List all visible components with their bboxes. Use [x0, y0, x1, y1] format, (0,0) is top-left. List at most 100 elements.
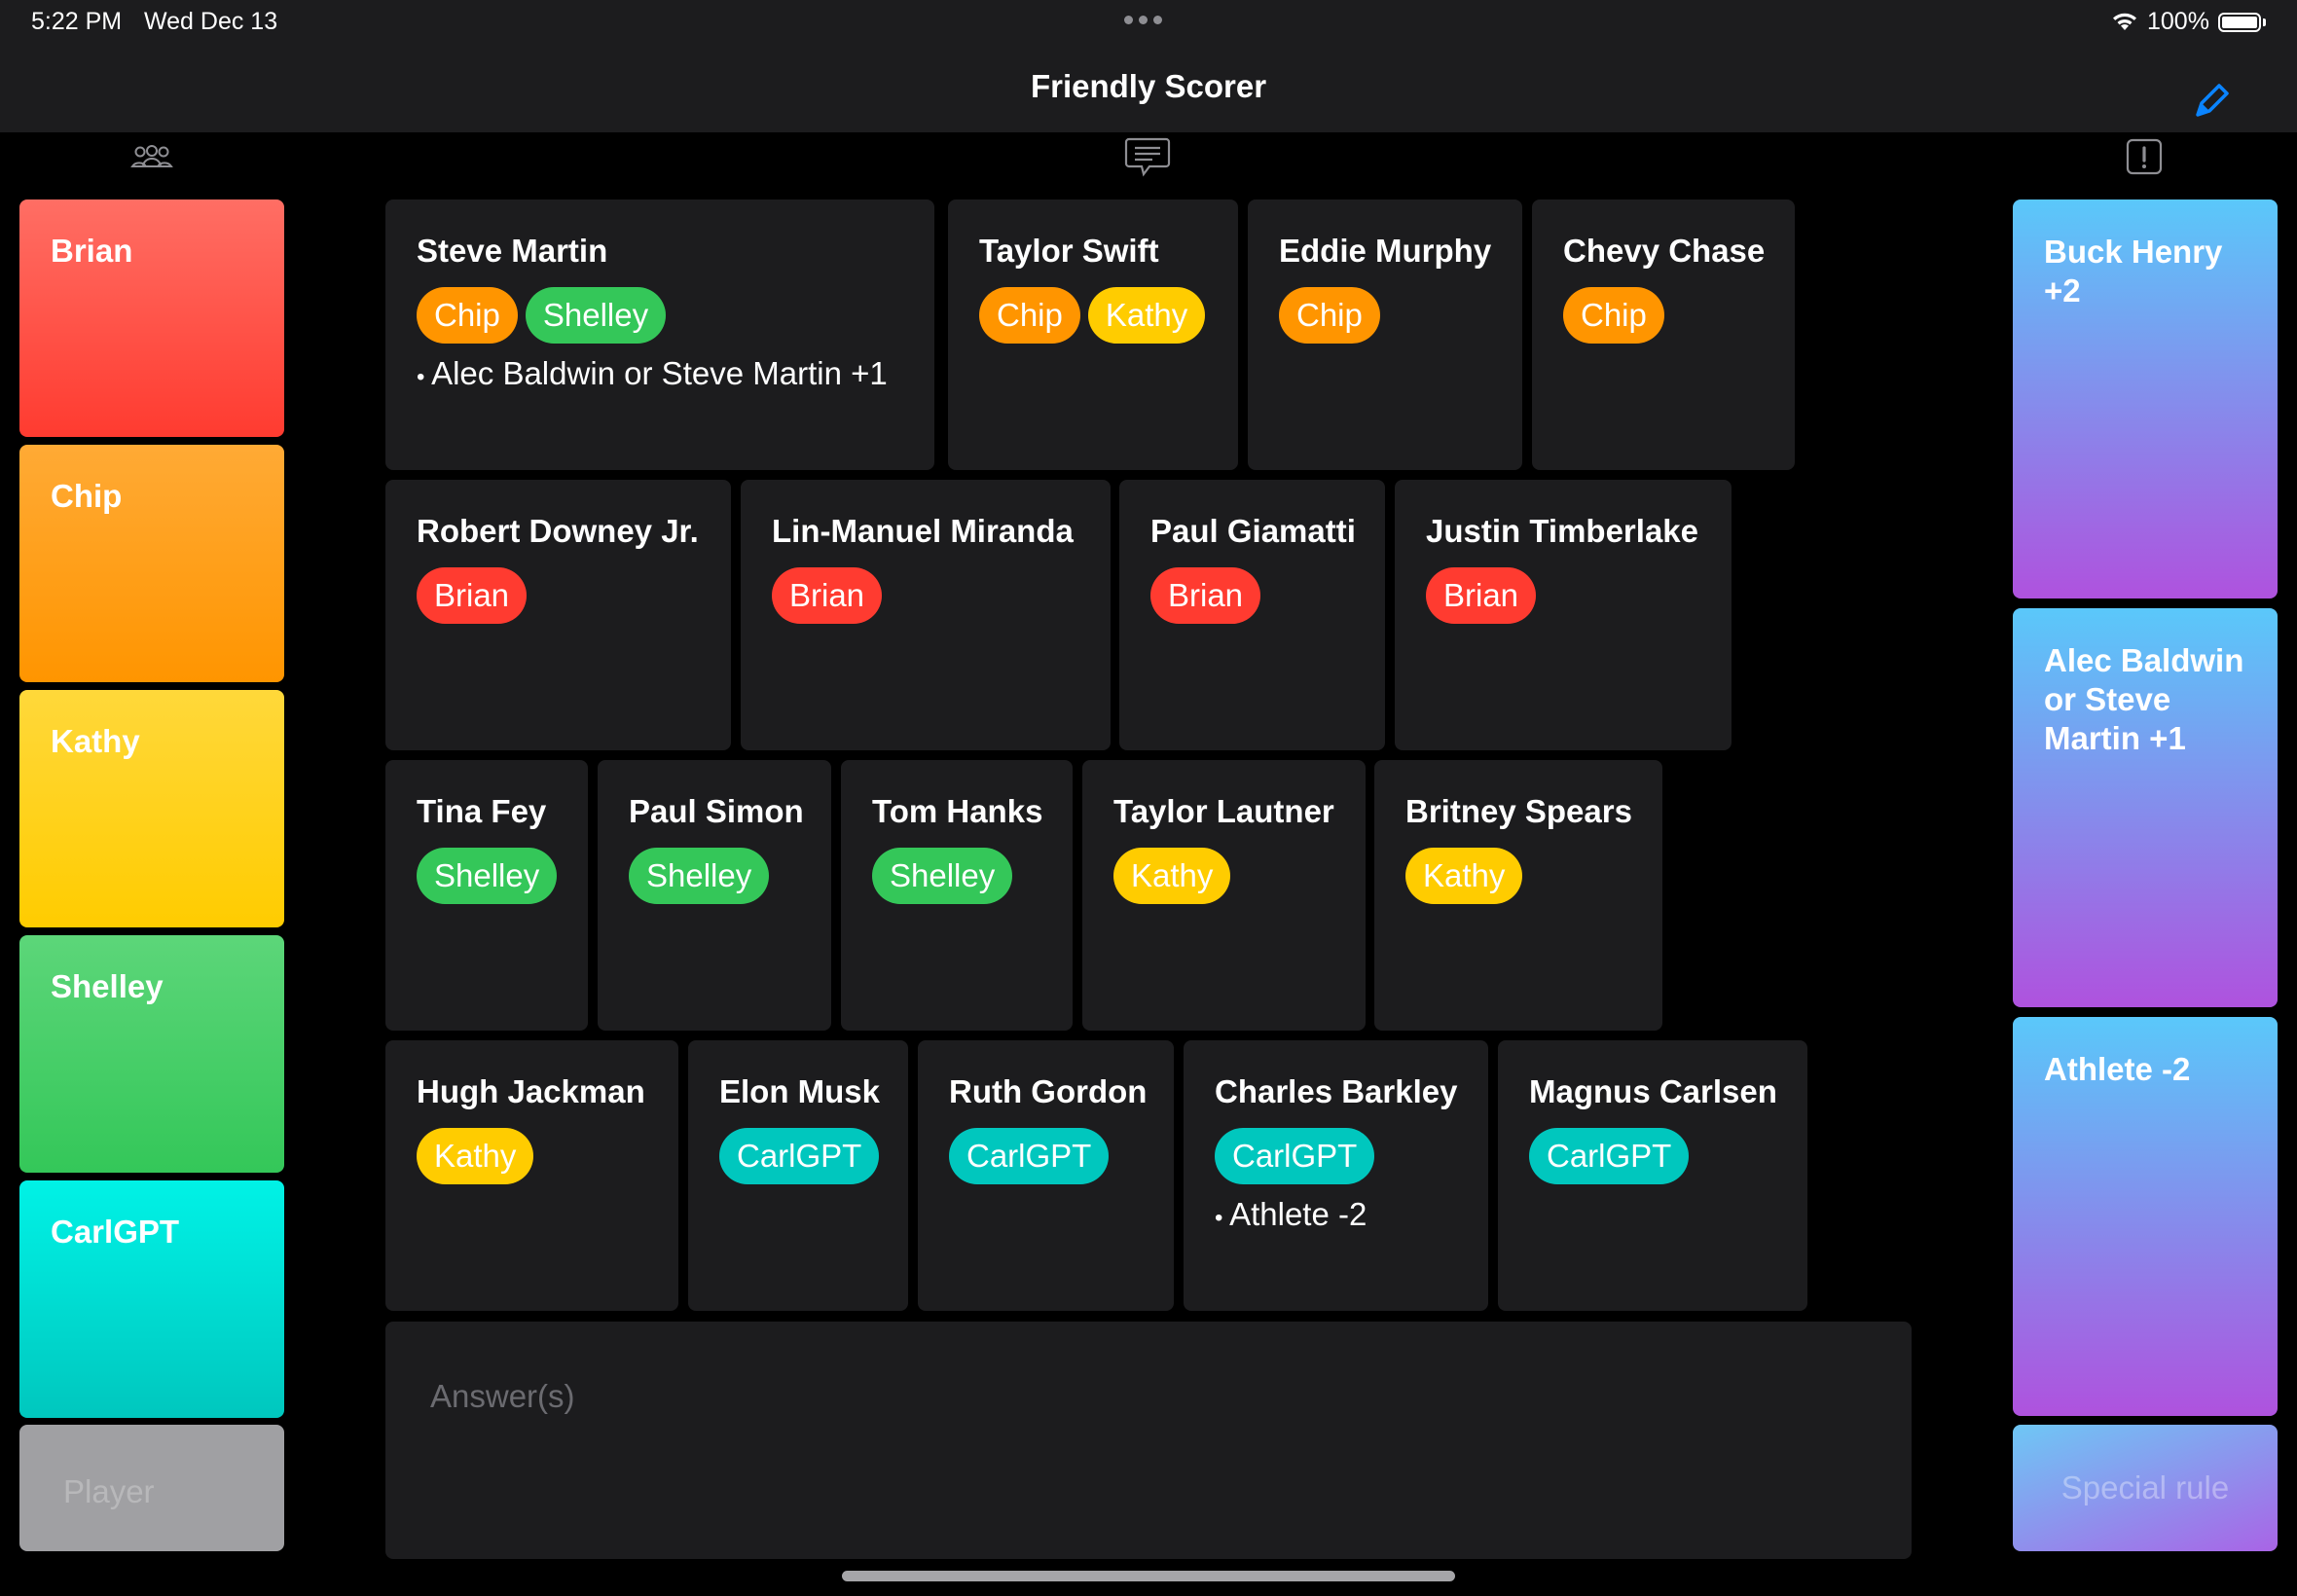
player-chip[interactable]: Brian — [417, 567, 528, 624]
answer-name: Steve Martin — [417, 233, 608, 269]
player-chip[interactable]: CarlGPT — [719, 1128, 880, 1184]
answer-card[interactable]: Taylor Lautner Kathy — [1082, 760, 1366, 1031]
answer-card[interactable]: Paul Giamatti Brian — [1119, 480, 1385, 750]
wifi-icon — [2113, 13, 2136, 30]
answer-card[interactable]: Paul Simon Shelley — [598, 760, 831, 1031]
player-chips: Brian — [1426, 567, 1700, 624]
player-tile-shelley[interactable]: Shelley — [19, 935, 284, 1173]
player-chips: Chip Shelley — [417, 287, 903, 344]
answer-name: Taylor Lautner — [1113, 793, 1334, 829]
answer-input-box[interactable] — [385, 1322, 1912, 1559]
answer-name: Tom Hanks — [872, 793, 1043, 829]
player-chips: Shelley — [872, 848, 1041, 904]
player-chip[interactable]: Chip — [417, 287, 518, 344]
battery-percent: 100% — [2147, 8, 2209, 35]
rule-tile[interactable]: Athlete -2 — [2013, 1017, 2278, 1416]
page-title: Friendly Scorer — [1030, 68, 1267, 104]
bullet-icon: • — [1215, 1205, 1230, 1231]
player-tile-chip[interactable]: Chip — [19, 445, 284, 682]
player-chip[interactable]: CarlGPT — [949, 1128, 1110, 1184]
player-chips: Chip — [1279, 287, 1491, 344]
answer-name: Taylor Swift — [979, 233, 1159, 269]
answer-card[interactable]: Robert Downey Jr. Brian — [385, 480, 731, 750]
rule-tile[interactable]: Alec Baldwin or Steve Martin +1 — [2013, 608, 2278, 1007]
answer-name: Paul Simon — [629, 793, 804, 829]
player-chip[interactable]: CarlGPT — [1529, 1128, 1690, 1184]
answer-name: Britney Spears — [1405, 793, 1632, 829]
answer-card[interactable]: Elon Musk CarlGPT — [688, 1040, 908, 1311]
answer-input[interactable] — [430, 1378, 1867, 1415]
player-chip[interactable]: Kathy — [1113, 848, 1231, 904]
bullet-icon: • — [417, 364, 432, 390]
player-tile-brian[interactable]: Brian — [19, 200, 284, 437]
answer-name: Tina Fey — [417, 793, 547, 829]
player-chip[interactable]: Brian — [1150, 567, 1261, 624]
player-chip[interactable]: CarlGPT — [1215, 1128, 1375, 1184]
answer-card[interactable]: Justin Timberlake Brian — [1395, 480, 1732, 750]
player-chip[interactable]: Chip — [1563, 287, 1664, 344]
message-icon[interactable] — [1124, 136, 1171, 179]
player-chips: Kathy — [1113, 848, 1334, 904]
answer-card[interactable]: Lin-Manuel Miranda Brian — [741, 480, 1111, 750]
rule-note-text: Alec Baldwin or Steve Martin +1 — [431, 355, 888, 391]
player-chip[interactable]: Chip — [979, 287, 1080, 344]
answer-name: Robert Downey Jr. — [417, 513, 699, 549]
answer-card[interactable]: Hugh Jackman Kathy — [385, 1040, 678, 1311]
answer-card[interactable]: Chevy Chase Chip — [1532, 200, 1795, 470]
rule-note: • Alec Baldwin or Steve Martin +1 — [417, 355, 903, 392]
player-chips: Shelley — [417, 848, 558, 904]
rule-note-text: Athlete -2 — [1229, 1196, 1367, 1232]
player-chip[interactable]: Kathy — [1405, 848, 1523, 904]
player-chip[interactable]: Shelley — [629, 848, 770, 904]
top-bar: 5:22 PM Wed Dec 13 100% Friendly Scorer — [0, 0, 2297, 132]
player-chips: Brian — [1150, 567, 1354, 624]
pencil-icon[interactable] — [2190, 78, 2235, 123]
player-chips: Brian — [772, 567, 1079, 624]
player-chip[interactable]: Kathy — [417, 1128, 534, 1184]
rule-note: • Athlete -2 — [1215, 1196, 1457, 1233]
answer-name: Hugh Jackman — [417, 1073, 645, 1109]
player-chips: CarlGPT — [949, 1128, 1143, 1184]
answer-name: Charles Barkley — [1215, 1073, 1458, 1109]
player-chip[interactable]: Brian — [1426, 567, 1537, 624]
answer-card[interactable]: Britney Spears Kathy — [1374, 760, 1662, 1031]
home-indicator — [842, 1571, 1455, 1581]
player-chip[interactable]: Chip — [1279, 287, 1380, 344]
player-name: Kathy — [51, 723, 140, 759]
answer-card[interactable]: Charles Barkley CarlGPT • Athlete -2 — [1184, 1040, 1488, 1311]
player-name: Brian — [51, 233, 133, 269]
answer-card[interactable]: Tina Fey Shelley — [385, 760, 588, 1031]
player-chip[interactable]: Shelley — [417, 848, 558, 904]
player-chip[interactable]: Kathy — [1087, 287, 1206, 344]
player-chip[interactable]: Shelley — [525, 287, 667, 344]
answer-name: Eddie Murphy — [1279, 233, 1492, 269]
player-chips: Kathy — [417, 1128, 647, 1184]
rule-tile[interactable]: Buck Henry +2 — [2013, 200, 2278, 598]
answer-name: Paul Giamatti — [1150, 513, 1356, 549]
add-player-button[interactable]: Player — [19, 1425, 284, 1551]
answer-card[interactable]: Tom Hanks Shelley — [841, 760, 1073, 1031]
answer-card[interactable]: Eddie Murphy Chip — [1248, 200, 1522, 470]
people-icon[interactable] — [128, 136, 176, 179]
player-chips: Kathy — [1405, 848, 1631, 904]
add-rule-button[interactable]: Special rule — [2013, 1425, 2278, 1551]
player-tile-kathy[interactable]: Kathy — [19, 690, 284, 927]
player-chips: Chip — [1563, 287, 1764, 344]
answer-card[interactable]: Steve Martin Chip Shelley • Alec Baldwin or… — [385, 200, 934, 470]
answer-name: Magnus Carlsen — [1529, 1073, 1777, 1109]
player-chips: Chip Kathy — [979, 287, 1207, 344]
multitasking-dots-icon[interactable] — [1124, 16, 1162, 24]
answer-card[interactable]: Ruth Gordon CarlGPT — [918, 1040, 1174, 1311]
player-chips: CarlGPT — [1215, 1128, 1457, 1184]
player-tile-carlgpt[interactable]: CarlGPT — [19, 1180, 284, 1418]
player-chip[interactable]: Shelley — [872, 848, 1013, 904]
player-name: CarlGPT — [51, 1214, 180, 1250]
answer-name: Chevy Chase — [1563, 233, 1766, 269]
exclamation-icon[interactable] — [2125, 136, 2164, 179]
answer-card[interactable]: Magnus Carlsen CarlGPT — [1498, 1040, 1807, 1311]
answer-card[interactable]: Taylor Swift Chip Kathy — [948, 200, 1238, 470]
answer-name: Elon Musk — [719, 1073, 881, 1109]
answer-name: Justin Timberlake — [1426, 513, 1699, 549]
player-chip[interactable]: Brian — [772, 567, 883, 624]
player-name: Chip — [51, 478, 123, 514]
